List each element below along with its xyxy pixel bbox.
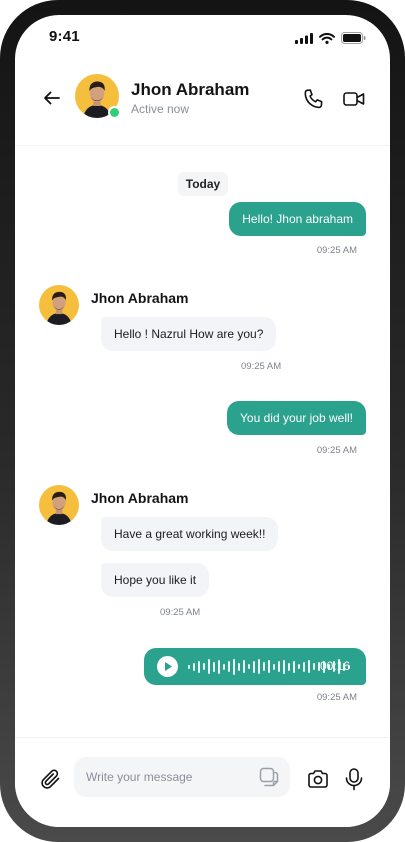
sender-name: Jhon Abraham	[91, 490, 189, 506]
microphone-icon[interactable]	[343, 767, 365, 791]
status-icons	[295, 32, 366, 44]
video-camera-icon[interactable]	[342, 87, 366, 111]
message-time: 09:25 AM	[316, 445, 357, 456]
chat-header: Jhon Abraham Active now	[15, 63, 390, 146]
voice-message[interactable]: 00:16	[144, 648, 366, 685]
incoming-message[interactable]: Hope you like it	[101, 563, 210, 597]
message-time: 09:25 AM	[316, 692, 357, 703]
wifi-icon	[319, 32, 335, 44]
outgoing-message[interactable]: You did your job well!	[227, 401, 366, 435]
chat-screen: 9:41 Jhon Abraham Active now Today Hello…	[15, 15, 390, 827]
incoming-message[interactable]: Hello ! Nazrul How are you?	[101, 317, 277, 351]
contact-status: Active now	[131, 102, 190, 116]
status-time: 9:41	[49, 28, 80, 45]
phone-icon[interactable]	[302, 87, 326, 111]
message-time: 09:25 AM	[160, 607, 201, 618]
message-input-wrap	[74, 757, 290, 797]
back-arrow-icon[interactable]	[39, 85, 65, 111]
camera-icon[interactable]	[306, 767, 330, 791]
person-silhouette-icon	[46, 291, 72, 325]
sender-avatar[interactable]	[39, 285, 79, 325]
battery-icon	[341, 32, 366, 44]
sender-avatar[interactable]	[39, 485, 79, 525]
contact-name[interactable]: Jhon Abraham	[131, 80, 249, 100]
online-status-dot	[108, 106, 121, 119]
date-separator: Today	[178, 172, 228, 196]
message-time: 09:25 AM	[316, 245, 357, 256]
voice-duration: 00:16	[320, 659, 351, 673]
message-input[interactable]	[86, 757, 246, 797]
sender-name: Jhon Abraham	[91, 290, 189, 306]
incoming-message[interactable]: Have a great working week!!	[101, 517, 279, 551]
signal-icon	[295, 32, 313, 44]
outgoing-message[interactable]: Hello! Jhon abraham	[229, 202, 366, 236]
status-bar: 9:41	[15, 15, 390, 59]
person-silhouette-icon	[46, 491, 72, 525]
phone-frame: 9:41 Jhon Abraham Active now Today Hello…	[0, 0, 405, 842]
message-time: 09:25 AM	[241, 361, 282, 372]
paperclip-icon[interactable]	[40, 768, 62, 790]
message-composer	[15, 737, 390, 827]
sticker-icon[interactable]	[258, 766, 280, 788]
play-icon	[165, 662, 172, 671]
play-button[interactable]	[157, 656, 178, 677]
